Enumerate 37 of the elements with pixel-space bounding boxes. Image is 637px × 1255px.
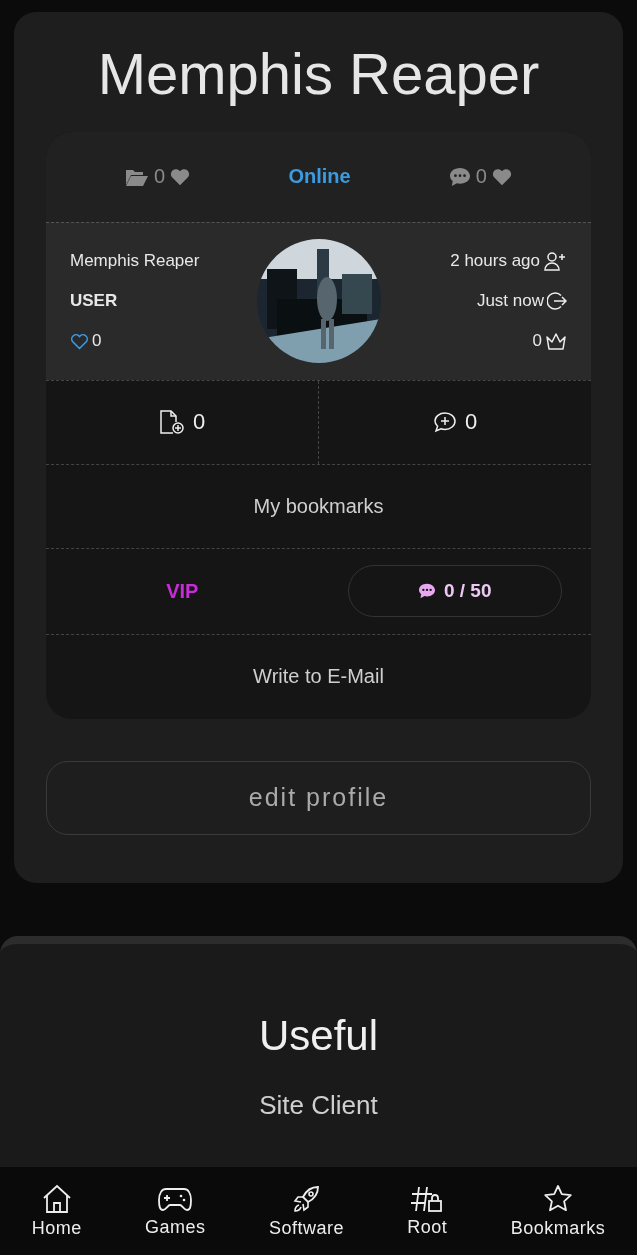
profile-title: Memphis Reaper <box>96 42 541 106</box>
nav-item[interactable]: Root <box>407 1184 448 1238</box>
hash-lock-icon <box>410 1184 445 1213</box>
registered-time: 2 hours ago <box>450 251 540 272</box>
comments-count: 0 <box>464 409 478 436</box>
chat-icon <box>417 583 436 600</box>
comments-count: 0 <box>475 165 487 189</box>
uploads-count: 0 <box>192 409 206 436</box>
rocket-icon <box>291 1183 322 1214</box>
likes-count: 0 <box>92 331 102 352</box>
vip-label: VIP <box>166 579 199 603</box>
heart-outline-icon <box>70 332 89 350</box>
star-icon <box>543 1183 573 1214</box>
useful-title: Useful <box>258 1012 379 1060</box>
online-status: Online <box>288 165 351 189</box>
nav-item[interactable]: Bookmarks <box>510 1183 606 1239</box>
edit-profile-button[interactable]: edit profile <box>46 760 591 835</box>
heart-icon <box>170 167 191 186</box>
files-count: 0 <box>154 165 166 189</box>
logout-icon <box>547 291 567 312</box>
bookmarks-link[interactable]: My bookmarks <box>46 463 591 548</box>
user-role: USER <box>70 291 119 312</box>
chat-icon <box>448 166 471 187</box>
crown-icon <box>545 332 567 351</box>
last-visit-time: Just now <box>476 291 544 312</box>
file-plus-icon <box>158 409 185 436</box>
messages-button[interactable]: 0 / 50 <box>347 565 562 618</box>
email-link[interactable]: Write to E-Mail <box>46 633 591 719</box>
user-plus-icon <box>543 251 567 272</box>
comment-plus-icon <box>432 411 457 434</box>
heart-icon <box>491 167 512 186</box>
nav-item[interactable]: Games <box>145 1184 206 1238</box>
nav-item[interactable]: Home <box>31 1183 82 1239</box>
nav-item[interactable]: Software <box>268 1183 344 1239</box>
useful-link[interactable]: Site Client <box>259 1090 378 1121</box>
crowns-count: 0 <box>532 331 542 352</box>
user-name: Memphis Reaper <box>70 251 201 272</box>
